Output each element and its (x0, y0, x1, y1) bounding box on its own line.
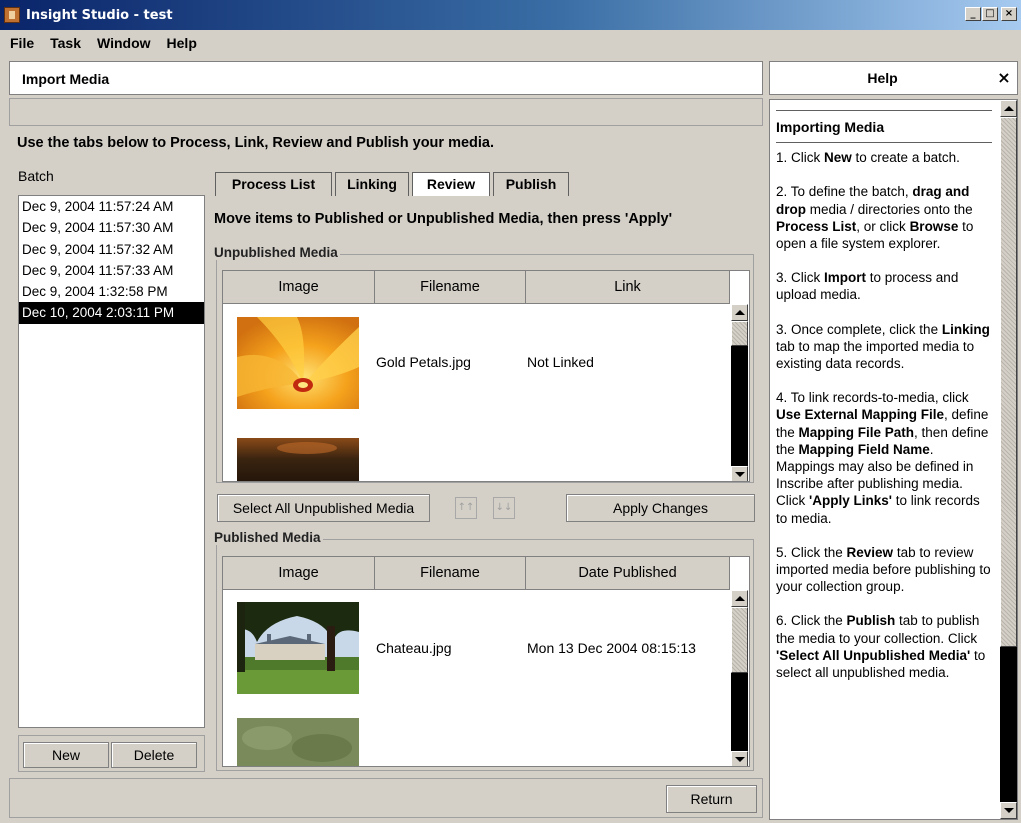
help-step: 1. Click New to create a batch. (776, 150, 960, 166)
menu-bar: File Task Window Help (0, 30, 1021, 56)
menu-window[interactable]: Window (97, 35, 151, 51)
page-title: Import Media (9, 61, 763, 95)
scroll-down-icon[interactable] (731, 466, 748, 481)
instruction-text: Use the tabs below to Process, Link, Rev… (17, 135, 495, 151)
table-header: Image Filename Date Published (223, 557, 730, 590)
scrollbar-thumb[interactable] (1000, 117, 1017, 647)
scroll-down-icon[interactable] (1000, 802, 1017, 819)
row-filename: Chateau.jpg (376, 640, 452, 656)
column-header-filename[interactable]: Filename (375, 271, 526, 304)
move-down-icon[interactable]: ↓↓ (493, 497, 515, 519)
bottom-bar: Return (9, 778, 763, 818)
help-header: Help × (769, 61, 1018, 95)
scroll-up-icon[interactable] (731, 304, 748, 321)
batch-item[interactable]: Dec 9, 2004 11:57:33 AM (19, 260, 204, 281)
tab-publish[interactable]: Publish (493, 172, 569, 196)
review-instruction: Move items to Published or Unpublished M… (214, 211, 673, 227)
green-leaves-thumbnail (237, 718, 359, 766)
help-step: 3. Once complete, click the Linking tab … (776, 321, 990, 372)
help-step: 2. To define the batch, drag and drop me… (776, 184, 974, 252)
unpublished-scrollbar[interactable] (731, 304, 748, 481)
close-icon[interactable]: × (995, 69, 1013, 87)
app-icon (4, 7, 20, 23)
row-filename: Gold Petals.jpg (376, 354, 471, 370)
flower-petals-thumbnail (237, 317, 359, 409)
table-row[interactable] (223, 424, 730, 481)
new-button[interactable]: New (23, 742, 109, 768)
return-button[interactable]: Return (666, 785, 757, 813)
row-date-published: Mon 13 Dec 2004 08:15:13 (527, 640, 696, 656)
batch-item[interactable]: Dec 9, 2004 1:32:58 PM (19, 281, 204, 302)
window-title: Insight Studio - test (26, 7, 173, 23)
help-scrollbar[interactable] (1000, 100, 1017, 819)
batch-item-selected[interactable]: Dec 10, 2004 2:03:11 PM (19, 302, 204, 324)
help-heading: Importing Media (776, 110, 992, 144)
help-step: 3. Click Import to process and upload me… (776, 270, 959, 303)
help-step: 6. Click the Publish tab to publish the … (776, 613, 986, 681)
select-all-unpublished-button[interactable]: Select All Unpublished Media (217, 494, 430, 522)
published-table[interactable]: Image Filename Date Published Chateau.jp… (222, 556, 750, 767)
maximize-icon[interactable]: □ (982, 7, 998, 21)
help-title: Help (867, 70, 898, 86)
batch-buttons-panel: New Delete (18, 735, 205, 772)
close-icon[interactable]: × (1001, 7, 1017, 21)
chateau-thumbnail (237, 602, 359, 694)
tab-linking[interactable]: Linking (335, 172, 409, 196)
unpublished-group-label: Unpublished Media (214, 245, 340, 260)
tab-process-list[interactable]: Process List (215, 172, 332, 196)
published-group-label: Published Media (214, 530, 323, 545)
column-header-image[interactable]: Image (223, 271, 375, 304)
column-header-date-published[interactable]: Date Published (526, 557, 730, 590)
table-row[interactable]: Gold Petals.jpg Not Linked (223, 304, 730, 424)
table-header: Image Filename Link (223, 271, 730, 304)
table-row[interactable] (223, 710, 730, 766)
menu-file[interactable]: File (10, 35, 34, 51)
scroll-up-icon[interactable] (1000, 100, 1017, 117)
help-step: 4. To link records-to-media, click Use E… (776, 390, 989, 526)
dark-forest-thumbnail (237, 438, 359, 481)
window-titlebar: Insight Studio - test _ □ × (0, 0, 1021, 30)
batch-item[interactable]: Dec 9, 2004 11:57:32 AM (19, 239, 204, 260)
batch-list[interactable]: Dec 9, 2004 11:57:24 AM Dec 9, 2004 11:5… (18, 195, 205, 728)
published-scrollbar[interactable] (731, 590, 748, 766)
scroll-down-icon[interactable] (731, 751, 748, 766)
unpublished-table[interactable]: Image Filename Link Gold Petals.jpg Not … (222, 270, 750, 482)
minimize-icon[interactable]: _ (965, 7, 981, 21)
row-link-status: Not Linked (527, 354, 594, 370)
batch-item[interactable]: Dec 9, 2004 11:57:30 AM (19, 217, 204, 238)
tab-review[interactable]: Review (412, 172, 490, 196)
table-row[interactable]: Chateau.jpg Mon 13 Dec 2004 08:15:13 (223, 590, 730, 710)
scrollbar-thumb[interactable] (731, 321, 748, 346)
help-step: 5. Click the Review tab to review import… (776, 544, 991, 595)
help-body[interactable]: Importing Media 1. Click New to create a… (769, 99, 1018, 820)
batch-label: Batch (18, 168, 54, 184)
column-header-image[interactable]: Image (223, 557, 375, 590)
move-up-icon[interactable]: ↑↑ (455, 497, 477, 519)
window-controls: _ □ × (965, 7, 1017, 21)
menu-task[interactable]: Task (50, 35, 81, 51)
batch-item[interactable]: Dec 9, 2004 11:57:24 AM (19, 196, 204, 217)
apply-changes-button[interactable]: Apply Changes (566, 494, 755, 522)
menu-help[interactable]: Help (167, 35, 197, 51)
column-header-link[interactable]: Link (526, 271, 730, 304)
scroll-up-icon[interactable] (731, 590, 748, 607)
help-content: Importing Media 1. Click New to create a… (776, 110, 992, 698)
scrollbar-thumb[interactable] (731, 607, 748, 673)
delete-button[interactable]: Delete (111, 742, 197, 768)
subheader-panel (9, 98, 763, 126)
column-header-filename[interactable]: Filename (375, 557, 526, 590)
